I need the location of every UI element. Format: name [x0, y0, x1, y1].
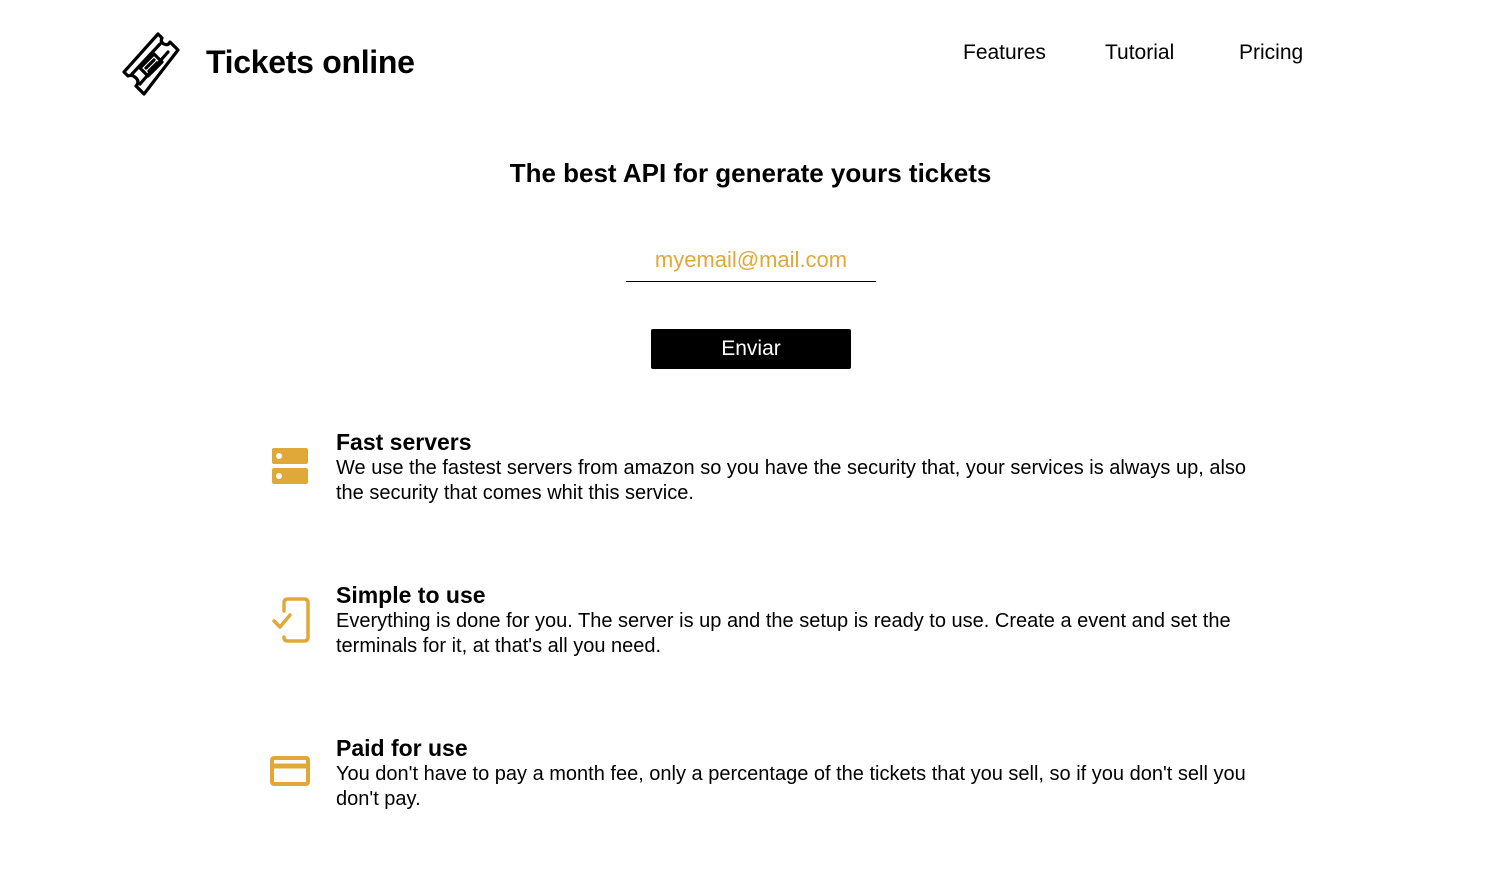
nav-link-features[interactable]: Features — [963, 40, 1046, 66]
feature-description: You don't have to pay a month fee, only … — [336, 763, 1246, 810]
feature-simple-to-use: Simple to use Everything is done for you… — [268, 581, 1258, 661]
nav-link-pricing[interactable]: Pricing — [1239, 40, 1303, 66]
mobile-check-icon — [268, 597, 312, 645]
nav-link-tutorial[interactable]: Tutorial — [1105, 40, 1174, 66]
feature-description: We use the fastest servers from amazon s… — [336, 457, 1247, 504]
feature-title: Fast servers — [336, 429, 472, 455]
landing-page: Tickets online Features Tutorial Pricing… — [0, 0, 1509, 877]
submit-button[interactable]: Enviar — [651, 329, 851, 369]
credit-card-icon — [268, 750, 312, 798]
ticket-icon[interactable] — [118, 28, 182, 100]
feature-title: Paid for use — [336, 735, 468, 761]
server-icon — [268, 444, 312, 492]
feature-description: Everything is done for you. The server i… — [336, 610, 1231, 657]
feature-fast-servers: Fast servers We use the fastest servers … — [268, 428, 1258, 508]
email-input[interactable] — [626, 238, 876, 282]
brand-title[interactable]: Tickets online — [206, 42, 415, 82]
hero-headline: The best API for generate yours tickets — [509, 158, 992, 188]
feature-paid-for-use: Paid for use You don't have to pay a mon… — [268, 734, 1258, 814]
feature-title: Simple to use — [336, 582, 486, 608]
